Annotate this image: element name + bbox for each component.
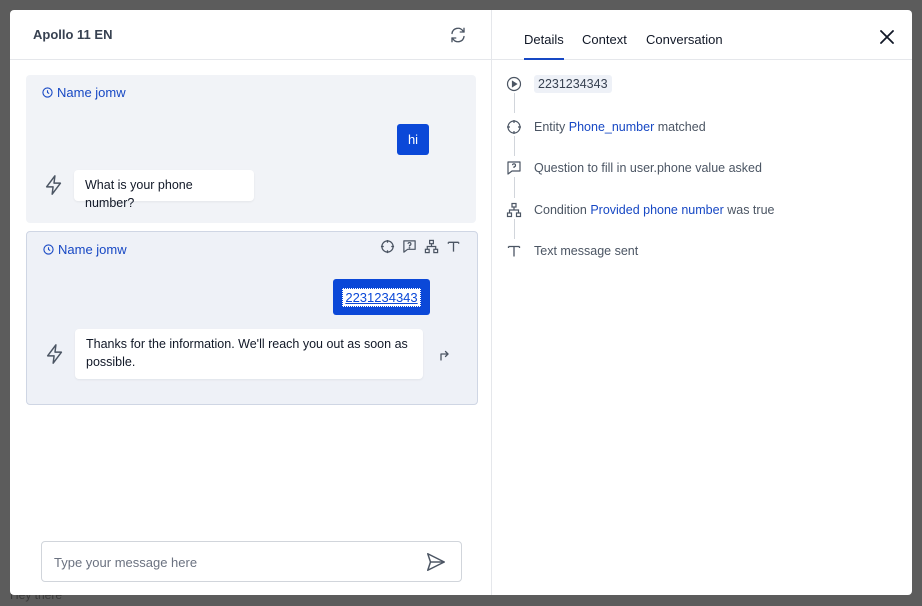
chat-panel-header: Apollo 11 EN — [10, 10, 491, 60]
conversation-turn-selected[interactable]: Name jomw 2231234343 Thanks for the info… — [26, 231, 478, 405]
user-message-bubble: 2231234343 — [333, 279, 430, 315]
turn-name: Name jomw — [58, 242, 127, 257]
timeline-item: Question to fill in user.phone value ask… — [506, 160, 762, 176]
tab-details[interactable]: Details — [524, 32, 564, 60]
user-message-text: hi — [407, 132, 419, 147]
entity-link[interactable]: Phone_number — [569, 120, 654, 134]
turn-name-link[interactable]: Name jomw — [42, 85, 126, 100]
timeline-connector — [514, 136, 515, 156]
lightning-icon — [46, 344, 63, 364]
bot-message-bubble: What is your phone number? — [74, 170, 254, 210]
send-icon[interactable] — [425, 551, 447, 573]
event-text: Text message sent — [534, 244, 639, 258]
event-prefix: Entity — [534, 120, 566, 134]
event-value: 2231234343 — [534, 75, 612, 93]
hierarchy-icon — [506, 202, 522, 218]
condition-link[interactable]: Provided phone number — [590, 203, 723, 217]
clock-icon — [42, 87, 53, 98]
timeline-connector — [514, 93, 515, 113]
user-message-bubble: hi — [397, 124, 429, 155]
hierarchy-icon[interactable] — [424, 239, 439, 254]
tab-conversation[interactable]: Conversation — [646, 32, 723, 47]
timeline-item: Entity Phone_number matched — [506, 119, 706, 135]
refresh-icon[interactable] — [449, 26, 467, 44]
clock-icon — [43, 244, 54, 255]
text-icon — [507, 245, 521, 257]
message-composer — [41, 541, 462, 582]
timeline-connector — [514, 177, 515, 198]
text-icon[interactable] — [446, 239, 461, 254]
timeline-connector — [514, 219, 515, 239]
event-prefix: Condition — [534, 203, 587, 217]
event-suffix: matched — [657, 120, 706, 134]
details-tabs: Details Context Conversation — [492, 10, 912, 60]
timeline-item: Text message sent — [506, 243, 638, 259]
turn-name: Name jomw — [57, 85, 126, 100]
message-input[interactable] — [52, 551, 416, 573]
conversation-turn: Name jomw hi What is your phone number? — [26, 75, 476, 223]
tab-context[interactable]: Context — [582, 32, 627, 47]
bot-title: Apollo 11 EN — [33, 27, 113, 42]
lightning-icon — [45, 175, 62, 195]
turn-tools — [380, 239, 461, 254]
crosshair-icon[interactable] — [380, 239, 395, 254]
jump-arrow-icon[interactable] — [437, 348, 451, 362]
conversation-debug-modal: Apollo 11 EN Name jomw hi What is your p… — [10, 10, 912, 595]
message-question-icon[interactable] — [402, 239, 417, 254]
bot-message-bubble: Thanks for the information. We'll reach … — [75, 329, 423, 379]
close-icon[interactable] — [878, 28, 896, 46]
play-circle-icon — [506, 76, 522, 92]
timeline-item: Condition Provided phone number was true — [506, 202, 774, 218]
message-question-icon — [507, 161, 521, 175]
turn-name-link[interactable]: Name jomw — [43, 242, 127, 257]
timeline-item: 2231234343 — [506, 75, 612, 93]
user-message-text[interactable]: 2231234343 — [342, 287, 421, 307]
event-suffix: was true — [727, 203, 775, 217]
chat-panel: Apollo 11 EN Name jomw hi What is your p… — [10, 10, 492, 595]
event-text: Question to fill in user.phone value ask… — [534, 161, 762, 175]
details-panel: Details Context Conversation 2231234343 … — [492, 10, 912, 595]
crosshair-icon — [507, 120, 521, 134]
